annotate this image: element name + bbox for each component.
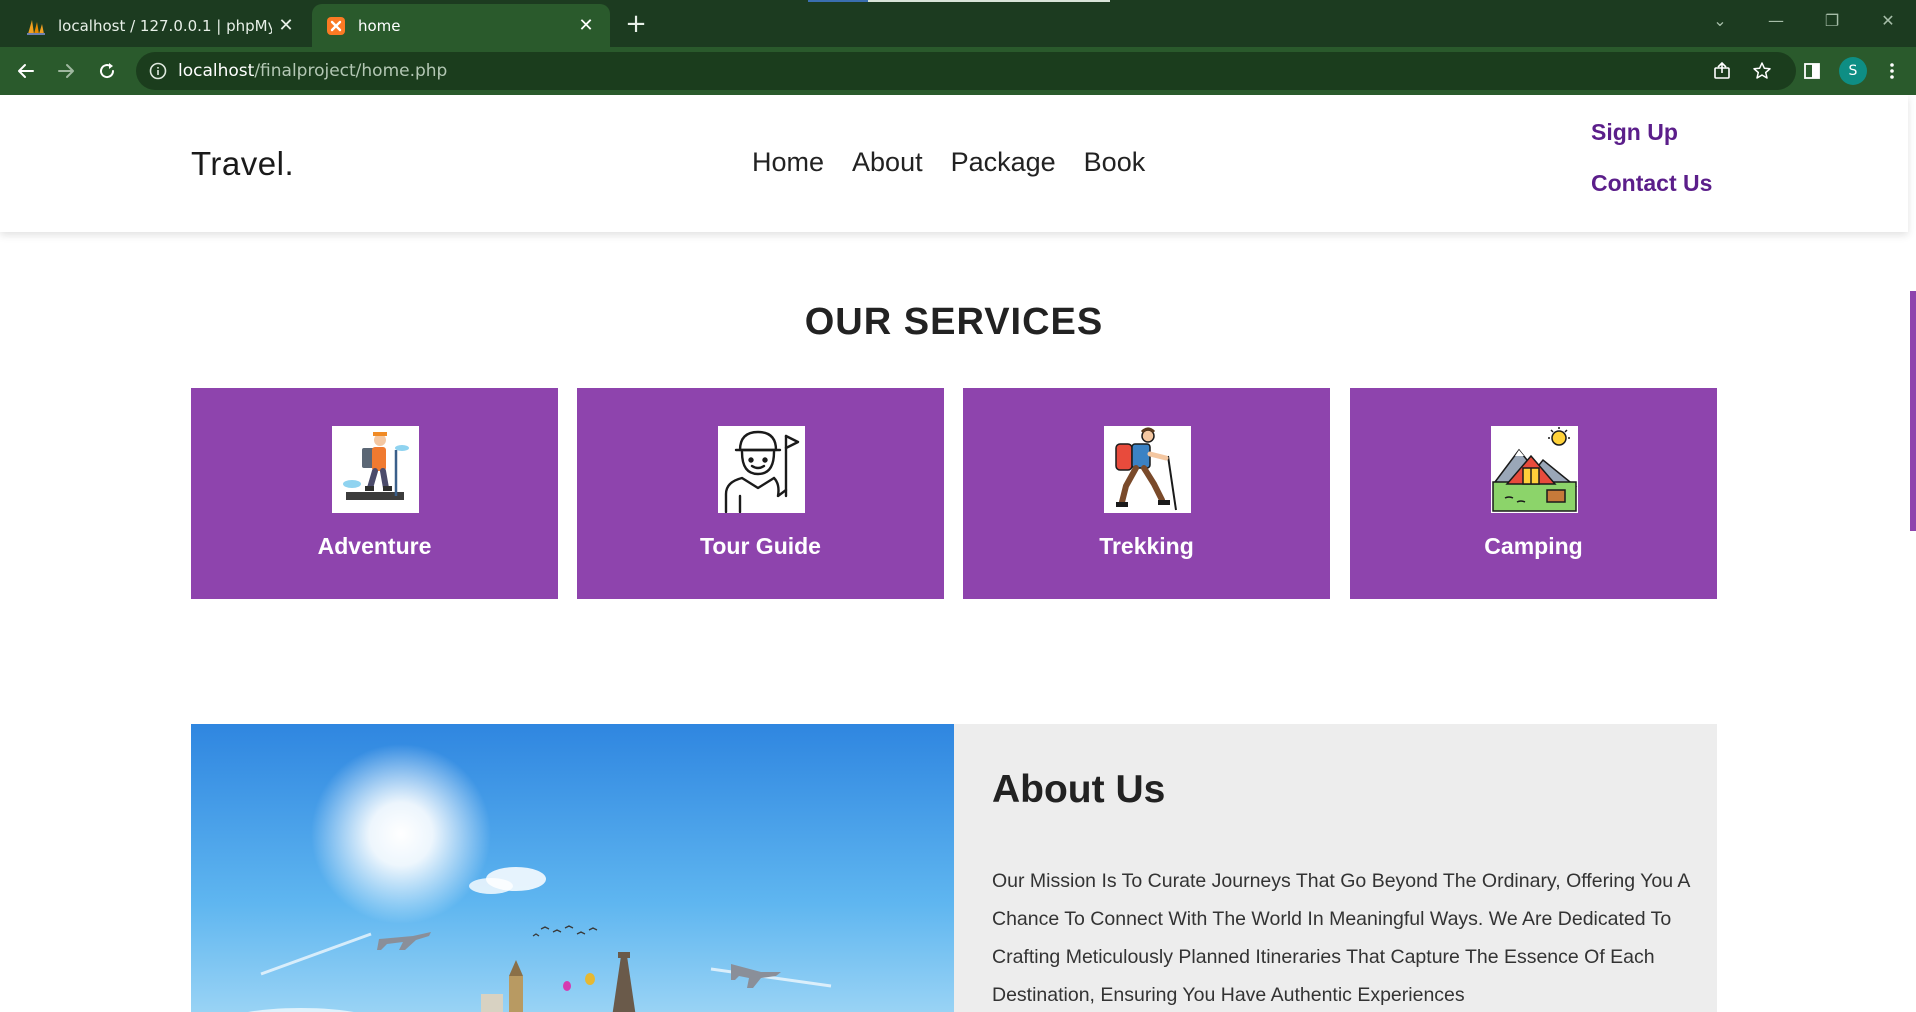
share-icon[interactable]	[1708, 57, 1736, 85]
minimize-icon[interactable]: —	[1748, 0, 1804, 40]
back-arrow-icon[interactable]	[10, 55, 42, 87]
menu-dots-icon[interactable]	[1878, 57, 1906, 85]
tab-search-icon[interactable]: ⌄	[1692, 0, 1748, 40]
side-panel-icon[interactable]	[1798, 57, 1826, 85]
sign-up-link[interactable]: Sign Up	[1591, 119, 1712, 146]
reload-icon[interactable]	[91, 55, 123, 87]
tour-guide-icon	[718, 426, 805, 513]
service-card-label: Camping	[1484, 533, 1583, 559]
service-card-trekking[interactable]: Trekking	[963, 388, 1330, 599]
profile-avatar[interactable]: S	[1839, 57, 1867, 85]
trekker-icon	[1104, 426, 1191, 513]
service-card-camping[interactable]: Camping	[1350, 388, 1717, 599]
service-card-label: Adventure	[317, 533, 432, 559]
site-info-icon[interactable]	[148, 61, 168, 81]
services-title: OUR SERVICES	[804, 301, 1104, 343]
restore-icon[interactable]: ❐	[1804, 0, 1860, 40]
browser-toolbar: localhost/finalproject/home.php S	[0, 47, 1916, 95]
about-text: Our Mission Is To Curate Journeys That G…	[992, 870, 1690, 1006]
about-title: About Us	[992, 768, 1166, 811]
main-nav: Home About Package Book	[752, 147, 1145, 178]
tab-phpmyadmin[interactable]: localhost / 127.0.0.1 | phpMyAdmin ✕	[10, 4, 310, 47]
tab-home[interactable]: home ✕	[312, 4, 610, 47]
nav-about[interactable]: About	[852, 147, 923, 178]
close-tab-icon[interactable]: ✕	[272, 12, 300, 40]
about-panel: About Us Our Mission Is To Curate Journe…	[954, 724, 1717, 1012]
site-header: Travel. Home About Package Book Sign Up …	[0, 95, 1908, 232]
close-tab-icon[interactable]: ✕	[572, 12, 600, 40]
url-host: localhost	[178, 61, 255, 81]
browser-tab-strip: localhost / 127.0.0.1 | phpMyAdmin ✕ hom…	[0, 0, 1916, 47]
nav-home[interactable]: Home	[752, 147, 824, 178]
contact-us-link[interactable]: Contact Us	[1591, 170, 1712, 197]
hiker-icon	[332, 426, 419, 513]
address-bar[interactable]: localhost/finalproject/home.php	[136, 52, 1796, 90]
loading-strip	[808, 0, 1110, 2]
forward-arrow-icon[interactable]	[50, 55, 82, 87]
page-viewport: Travel. Home About Package Book Sign Up …	[0, 95, 1916, 1012]
phpmyadmin-icon	[26, 16, 46, 36]
service-card-label: Trekking	[1099, 533, 1194, 559]
xampp-icon	[326, 16, 346, 36]
about-section: About Us Our Mission Is To Curate Journe…	[191, 724, 1717, 1012]
service-card-adventure[interactable]: Adventure	[191, 388, 558, 599]
camping-tent-icon	[1491, 426, 1578, 513]
header-links: Sign Up Contact Us	[1591, 119, 1712, 221]
tab-title: localhost / 127.0.0.1 | phpMyAdmin	[58, 16, 272, 35]
travel-landmarks-image	[191, 724, 954, 1012]
site-logo[interactable]: Travel.	[191, 145, 294, 183]
services-cards: Adventure Tour Guide Trekking Camping	[191, 388, 1717, 599]
url-text: localhost/finalproject/home.php	[178, 61, 447, 81]
nav-book[interactable]: Book	[1084, 147, 1146, 178]
service-card-tour-guide[interactable]: Tour Guide	[577, 388, 944, 599]
close-window-icon[interactable]: ✕	[1860, 0, 1916, 40]
tab-title: home	[358, 16, 401, 35]
bookmark-star-icon[interactable]	[1748, 57, 1776, 85]
scroll-indicator[interactable]	[1910, 291, 1916, 531]
window-controls: ⌄ — ❐ ✕	[1692, 0, 1916, 40]
new-tab-button[interactable]: +	[620, 8, 652, 40]
nav-package[interactable]: Package	[951, 147, 1056, 178]
url-path: /finalproject/home.php	[254, 61, 448, 81]
service-card-label: Tour Guide	[700, 533, 821, 559]
